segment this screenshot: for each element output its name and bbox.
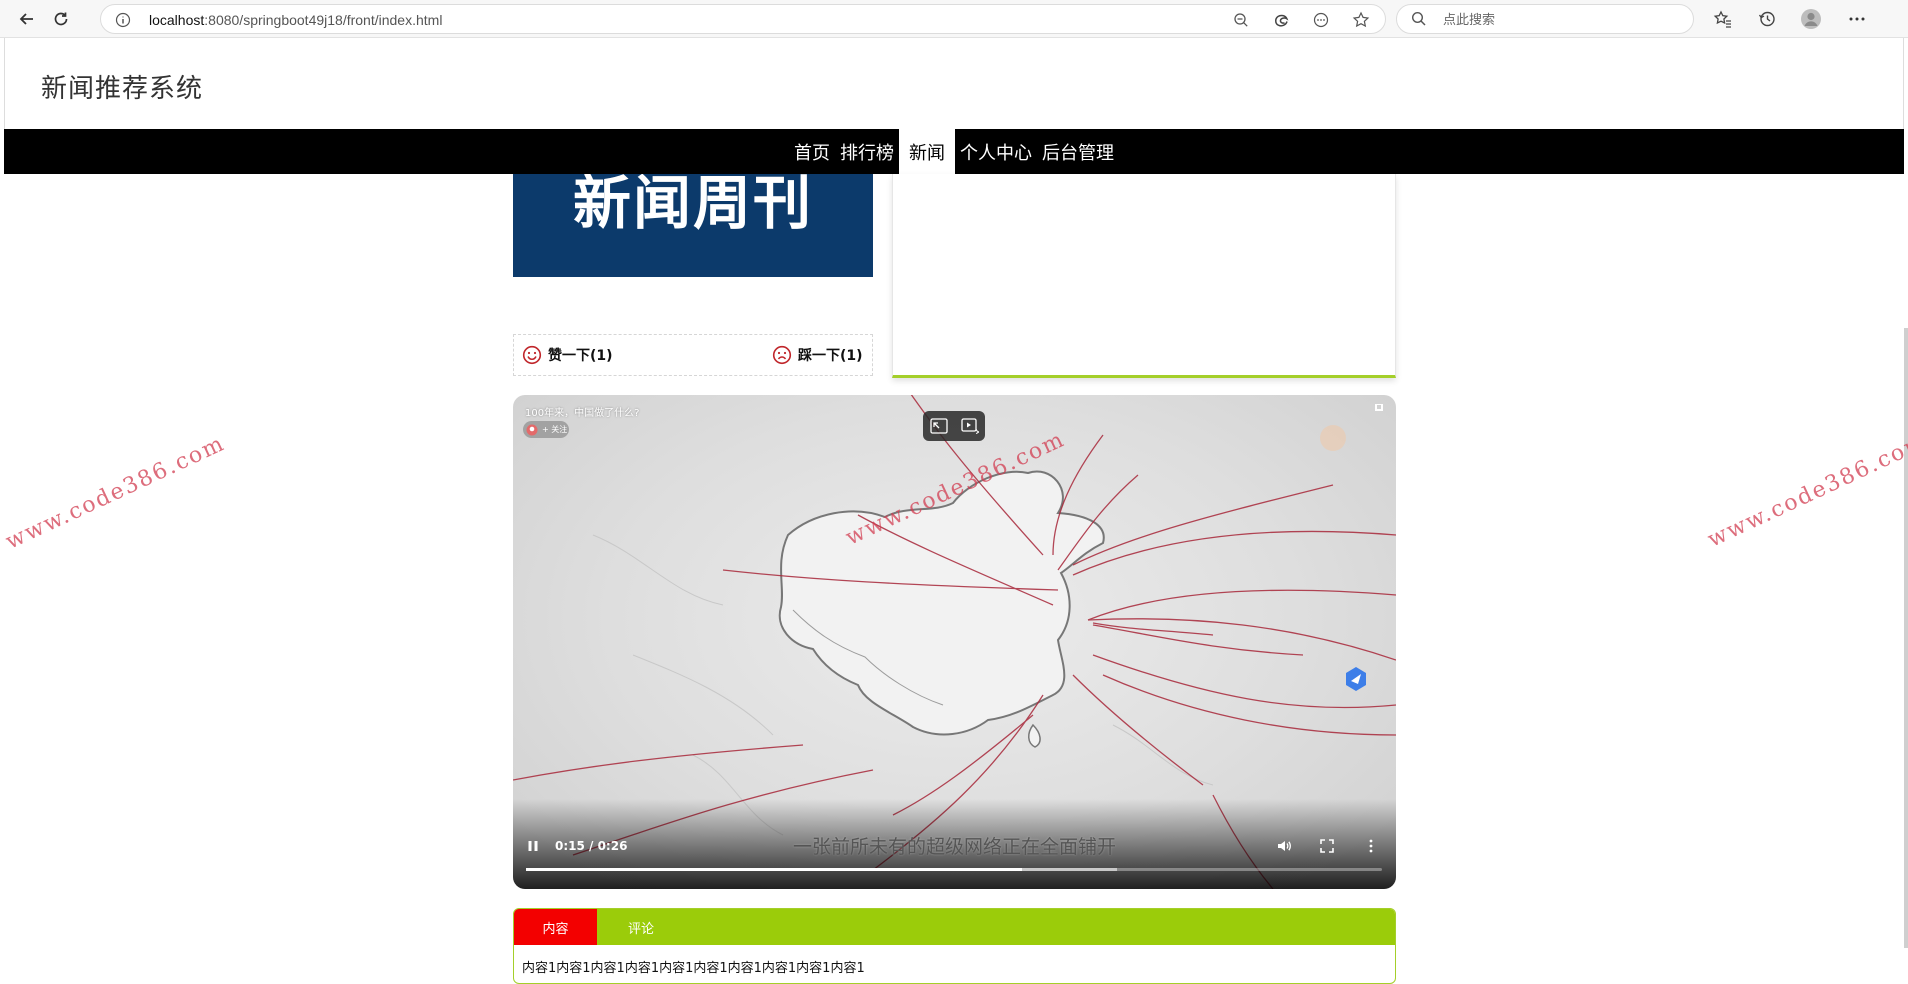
favorites-list-icon[interactable]: [1712, 8, 1734, 30]
nav-item-news[interactable]: 新闻: [899, 129, 955, 174]
search-icon: [1411, 11, 1427, 32]
nav-item-ranking[interactable]: 排行榜: [835, 129, 899, 174]
main-navbar: 首页 排行榜 新闻 个人中心 后台管理: [4, 129, 1904, 174]
reload-icon[interactable]: [50, 8, 72, 30]
dislike-button[interactable]: 踩一下(1): [772, 345, 863, 365]
video-top-controls: [923, 411, 985, 441]
menu-ellipsis-icon[interactable]: [1846, 8, 1868, 30]
bird-logo-icon: [1346, 667, 1366, 691]
follow-label: + 关注: [542, 425, 568, 434]
dislike-label: 踩一下(1): [798, 348, 863, 364]
channel-avatar-icon: [526, 424, 538, 435]
history-icon[interactable]: [1756, 8, 1778, 30]
like-label: 赞一下(1): [548, 348, 613, 364]
poster-text: 新闻周刊: [573, 174, 814, 237]
site-header: 新闻推荐系统: [4, 38, 1904, 129]
address-bar[interactable]: localhost:8080/springboot49j18/front/ind…: [100, 4, 1386, 34]
like-button[interactable]: 赞一下(1): [522, 345, 613, 365]
tab-comments[interactable]: 评论: [597, 909, 685, 945]
site-title: 新闻推荐系统: [41, 74, 204, 104]
info-icon[interactable]: [113, 10, 133, 30]
report-flag-icon[interactable]: [1374, 403, 1384, 413]
video-played-bar: [526, 868, 1023, 871]
video-player[interactable]: 100年来，中国做了什么? + 关注 一张前所未有的超级网络正在全面铺开 0:1…: [513, 395, 1396, 889]
news-poster-image: 新闻周刊: [513, 174, 873, 277]
nav-item-personal-center[interactable]: 个人中心: [955, 129, 1037, 174]
pause-icon[interactable]: [523, 836, 543, 856]
browser-search-input[interactable]: [1443, 10, 1683, 30]
video-time: 0:15 / 0:26: [555, 839, 628, 853]
video-progress-bar[interactable]: [526, 868, 1382, 871]
page-scrollbar[interactable]: [1904, 328, 1908, 948]
browser-search-box[interactable]: [1396, 4, 1694, 34]
tab-content[interactable]: 内容: [514, 909, 597, 945]
detail-tabs: 内容 评论 内容1内容1内容1内容1内容1内容1内容1内容1内容1内容1: [513, 908, 1396, 984]
favorite-star-icon[interactable]: [1351, 10, 1371, 30]
url-text: localhost:8080/springboot49j18/front/ind…: [149, 12, 443, 28]
smile-icon: [522, 345, 542, 365]
fullscreen-icon[interactable]: [1317, 836, 1337, 856]
nav-item-admin[interactable]: 后台管理: [1037, 129, 1119, 174]
play-sparkle-icon[interactable]: [960, 418, 979, 434]
edge-icon[interactable]: [1271, 10, 1291, 30]
mini-player-icon[interactable]: [929, 418, 948, 434]
volume-icon[interactable]: [1274, 836, 1294, 856]
news-info-card: [892, 174, 1396, 378]
tab-header: 内容 评论: [514, 909, 1395, 945]
follow-button[interactable]: + 关注: [523, 421, 569, 438]
vote-bar: 赞一下(1) 踩一下(1): [513, 334, 873, 376]
profile-avatar-icon[interactable]: [1800, 8, 1822, 30]
zoom-out-icon[interactable]: [1231, 10, 1251, 30]
nav-item-home[interactable]: 首页: [789, 129, 835, 174]
more-vertical-icon[interactable]: [1361, 836, 1381, 856]
back-arrow-icon[interactable]: [16, 8, 38, 30]
tab-content-text: 内容1内容1内容1内容1内容1内容1内容1内容1内容1内容1: [522, 961, 865, 976]
more-options-circle-icon[interactable]: [1311, 10, 1331, 30]
browser-toolbar: localhost:8080/springboot49j18/front/ind…: [0, 0, 1908, 38]
video-subtitle: 一张前所未有的超级网络正在全面铺开: [792, 836, 1116, 858]
video-title: 100年来，中国做了什么?: [525, 408, 640, 419]
frown-icon: [772, 345, 792, 365]
